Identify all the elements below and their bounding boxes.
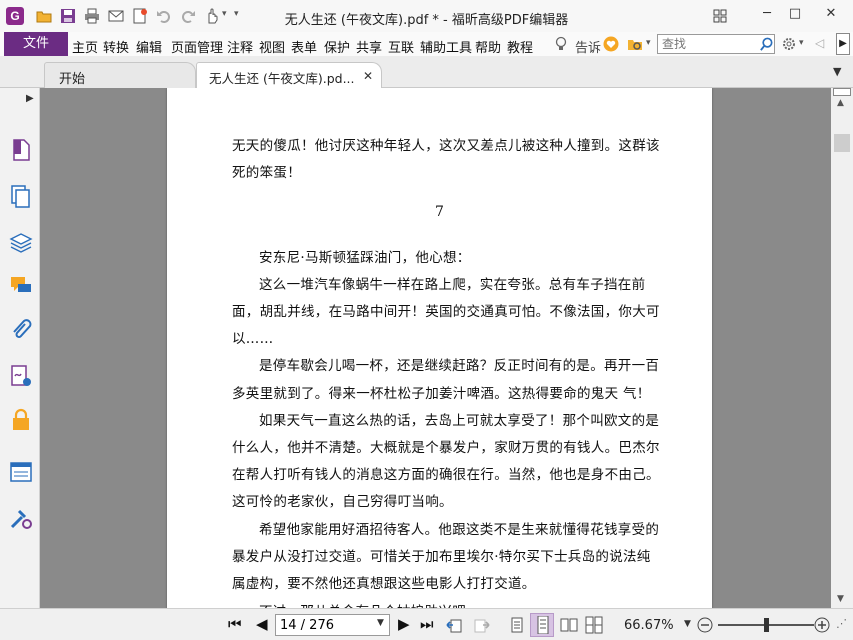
resize-grip-icon: ⋰ (836, 617, 847, 630)
scroll-split-handle[interactable] (833, 88, 851, 96)
pages-icon[interactable] (9, 184, 33, 208)
settings-dropdown-icon[interactable]: ▾ (799, 38, 804, 48)
menu-share[interactable]: 共享 (356, 37, 382, 56)
text-line: 如果天气一直这么热的话，去岛上可就太享受了！那个叫欧文的是 (259, 413, 660, 429)
title-bar: G ▾ ▾ 无人生还 (午夜文库).pdf * - 福昕高级PDF编辑器 ─ □… (0, 0, 853, 32)
text-line: 希望他家能用好酒招待客人。他跟这类不是生来就懂得花钱享受的 (259, 522, 660, 538)
tell-me-label[interactable]: 告诉 (575, 37, 601, 56)
zoom-out-icon[interactable] (696, 616, 714, 634)
status-bar: ⏮ ◀ ▼ ▶ ⏭ 66.67% ▼ ⋰ (0, 608, 853, 640)
zoom-level[interactable]: 66.67% (624, 618, 674, 633)
next-view-icon[interactable] (472, 616, 490, 634)
tab-list-dropdown-icon[interactable]: ▼ (833, 65, 841, 78)
text-line: 死的笨蛋！ (232, 165, 301, 181)
scroll-down-icon[interactable]: ▼ (837, 594, 844, 604)
menu-connect[interactable]: 互联 (388, 37, 414, 56)
menu-tutorial[interactable]: 教程 (507, 37, 533, 56)
expand-panel-icon[interactable]: ▶ (26, 93, 34, 104)
first-page-icon[interactable]: ⏮ (228, 615, 242, 633)
single-page-view-icon[interactable] (508, 616, 526, 634)
menu-help[interactable]: 帮助 (475, 37, 501, 56)
signature-icon[interactable] (9, 364, 33, 388)
tab-document-label: 无人生还 (午夜文库).pd... (209, 71, 355, 86)
vertical-scrollbar[interactable]: ▲ ▼ (831, 88, 853, 608)
scroll-thumb[interactable] (834, 134, 850, 152)
text-line: 无天的傻瓜！他讨厌这种年轻人，这次又差点儿被这种人撞到。这群该 (232, 138, 660, 154)
certify-icon[interactable] (9, 506, 33, 530)
menu-comment[interactable]: 注释 (227, 37, 253, 56)
comments-icon[interactable] (9, 274, 33, 298)
text-line: 这可怜的老家伙，自己穷得叮当响。 (232, 494, 453, 510)
text-line: 暴发户从没打过交道。可惜关于加布里埃尔·特尔买下士兵岛的说法纯 (232, 549, 651, 565)
previous-page-icon[interactable]: ◀ (256, 615, 268, 633)
text-line: 面，胡乱并线，在马路中间开！英国的交通真可怕。不像法国，你大可 (232, 304, 660, 320)
tab-close-icon[interactable]: ✕ (363, 69, 373, 83)
zoom-dropdown-icon[interactable]: ▼ (684, 619, 691, 629)
menu-view[interactable]: 视图 (259, 37, 285, 56)
layers-icon[interactable] (9, 230, 33, 254)
menu-form[interactable]: 表单 (291, 37, 317, 56)
ribbon-right-button[interactable]: ▶ (836, 33, 850, 55)
menu-convert[interactable]: 转换 (103, 37, 129, 56)
page-number-input[interactable] (276, 616, 372, 634)
menu-edit[interactable]: 编辑 (136, 37, 162, 56)
document-tab-bar: 开始 无人生还 (午夜文库).pd... ✕ ▼ (0, 56, 853, 88)
close-button[interactable]: ✕ (820, 6, 842, 24)
text-line: 在帮人打听有钱人的消息这方面的确很在行。当然，他也是身不由己。 (232, 467, 660, 483)
navigation-panel: ▶ (0, 88, 40, 608)
search-box (657, 34, 775, 54)
minimize-button[interactable]: ─ (756, 6, 778, 24)
tab-start-label: 开始 (59, 72, 86, 87)
feedback-heart-icon[interactable] (603, 36, 619, 52)
page-dropdown-icon[interactable]: ▼ (377, 618, 384, 628)
last-page-icon[interactable]: ⏭ (420, 615, 434, 633)
text-line: 属虚构，要不然他还真想跟这些电影人打打交道。 (232, 576, 536, 592)
menu-home[interactable]: 主页 (72, 37, 98, 56)
search-icon[interactable] (759, 37, 774, 52)
find-folder-icon[interactable] (627, 36, 643, 52)
form-fields-icon[interactable] (9, 460, 33, 484)
zoom-slider-thumb[interactable] (764, 618, 769, 632)
menu-page-organize[interactable]: 页面管理 (171, 37, 223, 56)
attachments-icon[interactable] (9, 318, 33, 342)
text-line: 安东尼·马斯顿猛踩油门，他心想： (259, 250, 471, 266)
text-line: 不过，那儿总会有几个姑娘助兴吧。 (259, 600, 480, 608)
settings-gear-icon[interactable] (781, 36, 797, 52)
menu-protect[interactable]: 保护 (324, 37, 350, 56)
text-line: 这么一堆汽车像蜗牛一样在路上爬，实在夸张。总有车子挡在前 (259, 277, 646, 293)
next-page-icon[interactable]: ▶ (398, 615, 410, 633)
page-thumbnail-icon[interactable] (9, 138, 33, 162)
document-viewer[interactable]: 无天的傻瓜！他讨厌这种年轻人，这次又差点儿被这种人撞到。这群该 死的笨蛋！ 7 … (40, 88, 831, 608)
ribbon-left-icon[interactable]: ◁ (815, 36, 824, 50)
facing-view-icon[interactable] (560, 616, 578, 634)
search-input[interactable] (658, 35, 754, 53)
pdf-page: 无天的傻瓜！他讨厌这种年轻人，这次又差点儿被这种人撞到。这群该 死的笨蛋！ 7 … (167, 88, 712, 608)
text-line: 是停车歇会儿喝一杯，还是继续赶路？反正时间有的是。再开一百 (259, 358, 660, 374)
tab-start[interactable]: 开始 (44, 62, 196, 88)
text-line: 多英里就到了。得来一杯杜松子加姜汁啤酒。这热得要命的鬼天 气！ (232, 386, 651, 402)
menu-accessibility[interactable]: 辅助工具 (420, 37, 472, 56)
text-line: 什么人，他并不清楚。大概就是个暴发户，家财万贯的有钱人。巴杰尔 (232, 440, 660, 456)
scroll-up-icon[interactable]: ▲ (837, 98, 844, 108)
find-dropdown-icon[interactable]: ▾ (646, 38, 651, 48)
continuous-view-icon (537, 616, 549, 634)
tab-document[interactable]: 无人生还 (午夜文库).pd... ✕ (196, 62, 382, 88)
previous-view-icon[interactable] (446, 616, 464, 634)
text-line: 以…… (232, 331, 274, 347)
layout-icon[interactable] (712, 8, 728, 24)
lightbulb-icon (555, 36, 567, 50)
security-lock-icon[interactable] (9, 408, 33, 432)
zoom-in-icon[interactable] (813, 616, 831, 634)
maximize-button[interactable]: □ (784, 6, 806, 24)
file-menu-button[interactable]: 文件 (4, 32, 68, 56)
continuous-view-button[interactable] (530, 613, 554, 637)
continuous-facing-view-icon[interactable] (585, 616, 603, 634)
chapter-number: 7 (435, 204, 444, 220)
page-number-select[interactable]: ▼ (275, 614, 390, 636)
